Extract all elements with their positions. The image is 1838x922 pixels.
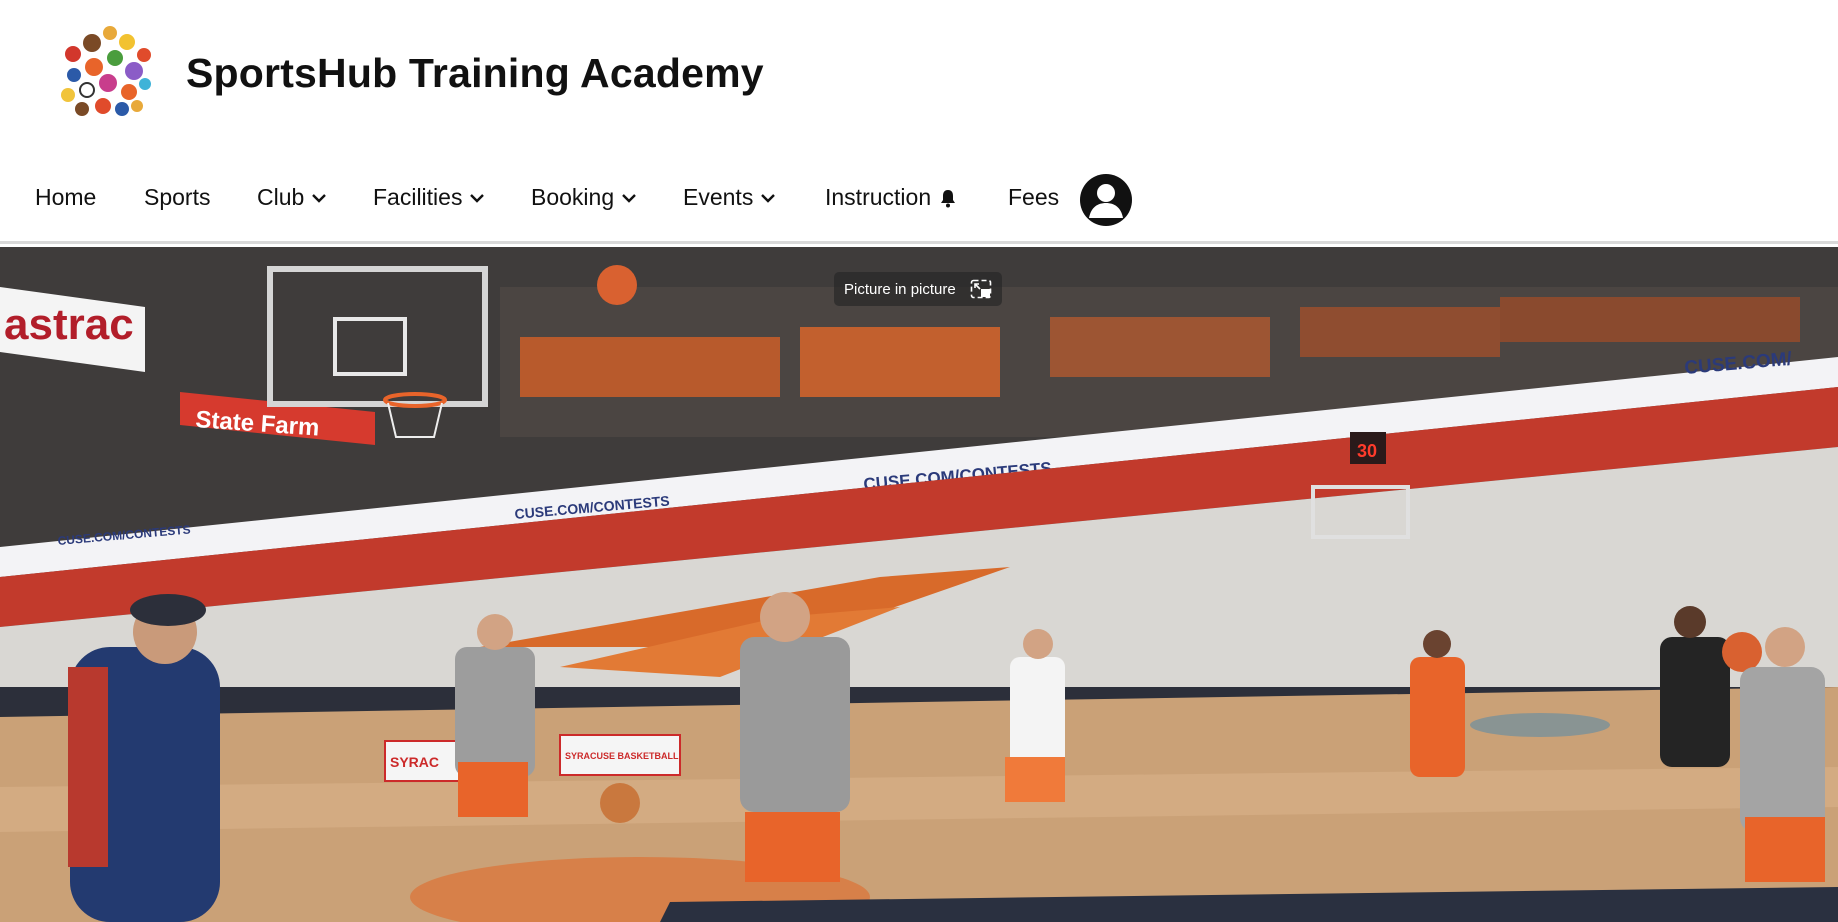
player-gray-shirt — [740, 637, 850, 812]
player-head — [1674, 606, 1706, 638]
main-navigation: Home Sports Club Facilities Booking Even… — [0, 140, 1838, 244]
courtside-board-text: SYRACUSE BASKETBALL — [565, 751, 679, 761]
player-orange-jersey — [1410, 657, 1465, 777]
player-orange-shorts — [745, 812, 840, 882]
player-gray-shirt — [1740, 667, 1825, 832]
basketball — [600, 783, 640, 823]
nav-item-fees[interactable]: Fees — [1008, 184, 1059, 211]
player-orange-shorts — [1745, 817, 1825, 882]
player-head — [477, 614, 513, 650]
player-gray-shirt — [455, 647, 535, 777]
nav-item-events[interactable]: Events — [683, 184, 776, 211]
picture-in-picture-button[interactable]: Picture in picture — [834, 272, 1002, 306]
player-orange-shorts — [458, 762, 528, 817]
nav-item-sports[interactable]: Sports — [144, 184, 210, 211]
courtside-board-left-text: SYRAC — [390, 754, 439, 770]
nav-item-home[interactable]: Home — [35, 184, 96, 211]
basketball — [1722, 632, 1762, 672]
nav-item-label: Club — [257, 184, 305, 210]
shot-clock-text: 30 — [1357, 441, 1377, 461]
chevron-down-icon — [470, 193, 485, 203]
sports-balls-collage-icon[interactable] — [55, 20, 160, 125]
player-black-jersey — [1660, 637, 1730, 767]
player-head — [760, 592, 810, 642]
arena-video-frame: CUSE.COM/CONTESTS CUSE.COM/ CUSE.COM/CON… — [0, 247, 1838, 922]
nav-item-facilities[interactable]: Facilities — [373, 184, 485, 211]
orange-seat-block — [520, 337, 780, 397]
site-header: SportsHub Training Academy — [0, 0, 1838, 140]
player-head — [1765, 627, 1805, 667]
player-head — [1423, 630, 1451, 658]
center-court-logo — [1470, 713, 1610, 737]
nav-item-booking[interactable]: Booking — [531, 184, 637, 211]
nav-item-instruction[interactable]: Instruction — [825, 184, 957, 211]
site-title[interactable]: SportsHub Training Academy — [186, 50, 764, 97]
nav-item-label: Events — [683, 184, 754, 210]
left-ad-board-text: astrac — [4, 300, 134, 349]
basketball-in-air — [597, 265, 637, 305]
video-player[interactable]: CUSE.COM/CONTESTS CUSE.COM/ CUSE.COM/CON… — [0, 247, 1838, 922]
nav-item-label: Booking — [531, 184, 615, 210]
orange-seat-block — [1500, 297, 1800, 342]
player-head — [1023, 629, 1053, 659]
bell-icon — [941, 189, 956, 207]
player-cap — [130, 594, 206, 626]
chevron-down-icon — [622, 193, 636, 203]
nav-item-label: Sports — [144, 184, 211, 210]
orange-seat-block — [800, 327, 1000, 397]
player-white-jersey — [1010, 657, 1065, 767]
nav-item-label: Facilities — [373, 184, 463, 210]
chevron-down-icon — [312, 193, 327, 203]
nav-item-label: Instruction — [825, 184, 932, 210]
pip-label: Picture in picture — [844, 280, 956, 298]
orange-seat-block — [1300, 307, 1500, 357]
player-shorts — [1005, 757, 1065, 802]
user-account-icon[interactable] — [1080, 174, 1132, 226]
picture-in-picture-icon — [970, 279, 992, 299]
nav-item-club[interactable]: Club — [257, 184, 327, 211]
player-foreground-sleeve — [68, 667, 108, 867]
chevron-down-icon — [761, 193, 776, 203]
nav-item-label: Fees — [1008, 184, 1060, 210]
orange-seat-block — [1050, 317, 1270, 377]
nav-item-label: Home — [35, 184, 97, 210]
